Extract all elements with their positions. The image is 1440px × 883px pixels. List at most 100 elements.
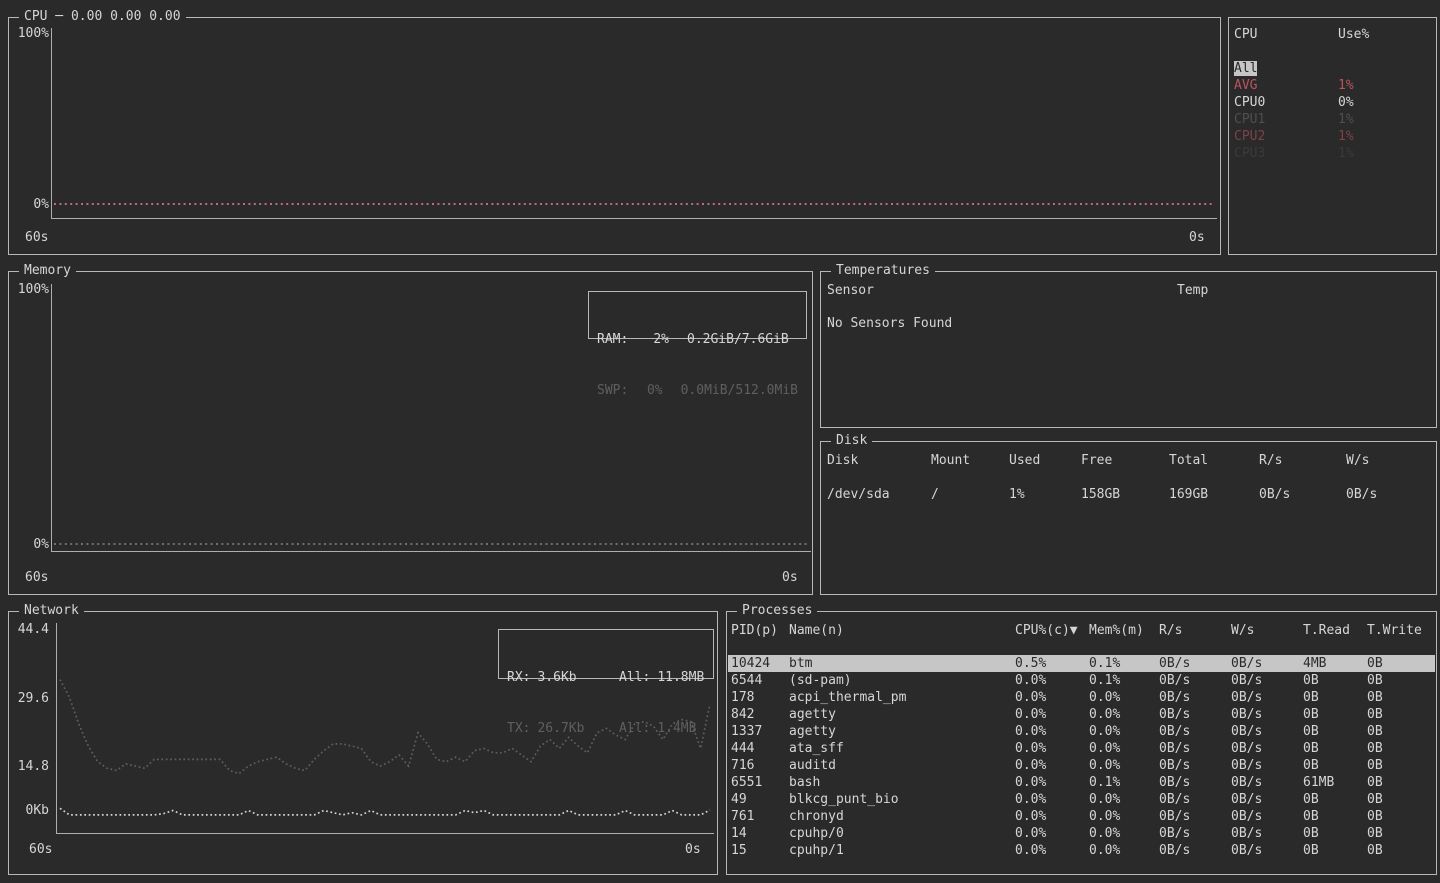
process-cell: 0.0%: [1015, 774, 1089, 791]
process-cell: 0B: [1367, 808, 1435, 825]
memory-panel[interactable]: Memory 100% 0% 60s 0s RAM: 2% 0.2GiB/7.6…: [8, 271, 813, 595]
process-cell: 0B: [1367, 655, 1435, 672]
disk-cell: 1%: [1009, 486, 1081, 503]
disk-panel[interactable]: Disk DiskMountUsedFreeTotalR/sW/s /dev/s…: [820, 441, 1437, 595]
cpu-legend-row[interactable]: AVG1%: [1234, 77, 1432, 94]
network-rx-legend: RX:3.6Kb All:11.8MB: [507, 669, 705, 686]
process-column-header[interactable]: PID(p): [731, 622, 789, 639]
cpu-legend-panel[interactable]: CPU Use% AllAVG1%CPU00%CPU11%CPU21%CPU31…: [1228, 17, 1437, 255]
cpu-legend-row[interactable]: CPU21%: [1234, 128, 1432, 145]
network-x-right-label: 0s: [685, 842, 701, 858]
ram-label: RAM:: [597, 331, 643, 348]
process-cell: 0.0%: [1015, 723, 1089, 740]
disk-column-header: Disk: [827, 452, 931, 469]
process-cell: 0B/s: [1159, 655, 1231, 672]
process-column-header[interactable]: T.Read: [1303, 622, 1367, 639]
process-cell: 6551: [731, 774, 789, 791]
cpu-legend-row-use: [1338, 60, 1432, 77]
process-cell: 0B/s: [1231, 706, 1303, 723]
process-cell: 49: [731, 791, 789, 808]
cpu-x-left-label: 60s: [25, 230, 48, 246]
process-column-header[interactable]: CPU%(c)▼: [1015, 622, 1089, 639]
process-cell: blkcg_punt_bio: [789, 791, 1015, 808]
process-row[interactable]: 10424btm0.5%0.1%0B/s0B/s4MB0B: [728, 655, 1435, 672]
cpu-legend-row-name: CPU3: [1234, 145, 1338, 162]
process-cell: 0B/s: [1159, 740, 1231, 757]
process-row[interactable]: 14cpuhp/00.0%0.0%0B/s0B/s0B0B: [728, 825, 1435, 842]
process-cell: 0B: [1303, 842, 1367, 859]
disk-table-row[interactable]: /dev/sda/1%158GB169GB0B/s0B/s: [827, 486, 1432, 503]
temperatures-header-sensor: Sensor: [827, 282, 1177, 299]
process-cell: 0B/s: [1231, 757, 1303, 774]
process-cell: cpuhp/1: [789, 842, 1015, 859]
process-cell: 0B: [1303, 740, 1367, 757]
process-cell: 0B/s: [1231, 672, 1303, 689]
process-cell: 0B/s: [1159, 689, 1231, 706]
process-cell: 0.0%: [1089, 757, 1159, 774]
process-cell: auditd: [789, 757, 1015, 774]
process-cell: 842: [731, 706, 789, 723]
process-column-header[interactable]: Mem%(m): [1089, 622, 1159, 639]
process-cell: 0B: [1303, 757, 1367, 774]
process-cell: chronyd: [789, 808, 1015, 825]
cpu-legend-row[interactable]: CPU31%: [1234, 145, 1432, 162]
process-cell: 0B: [1367, 791, 1435, 808]
processes-header: PID(p)Name(n)CPU%(c)▼Mem%(m)R/sW/sT.Read…: [731, 622, 1434, 639]
process-column-header[interactable]: Name(n): [789, 622, 1015, 639]
processes-rows: 10424btm0.5%0.1%0B/s0B/s4MB0B6544(sd-pam…: [728, 655, 1435, 859]
process-column-header[interactable]: R/s: [1159, 622, 1231, 639]
cpu-legend-row-name: AVG: [1234, 77, 1338, 94]
process-cell: 0B/s: [1231, 723, 1303, 740]
process-cell: bash: [789, 774, 1015, 791]
cpu-legend-row[interactable]: All: [1234, 60, 1432, 77]
cpu-legend-row-use: 1%: [1338, 145, 1432, 162]
process-cell: 0B: [1367, 740, 1435, 757]
process-row[interactable]: 15cpuhp/10.0%0.0%0B/s0B/s0B0B: [728, 842, 1435, 859]
cpu-legend-row[interactable]: CPU00%: [1234, 94, 1432, 111]
process-cell: 0.0%: [1089, 791, 1159, 808]
process-cell: 761: [731, 808, 789, 825]
process-cell: 0B: [1303, 672, 1367, 689]
process-cell: 0.5%: [1015, 655, 1089, 672]
process-column-header[interactable]: T.Write: [1367, 622, 1434, 639]
disk-column-header: Total: [1169, 452, 1259, 469]
process-row[interactable]: 716auditd0.0%0.0%0B/s0B/s0B0B: [728, 757, 1435, 774]
memory-panel-title: Memory: [19, 263, 76, 279]
memory-y-max-label: 100%: [11, 282, 49, 298]
process-cell: ata_sff: [789, 740, 1015, 757]
process-cell: 0B: [1367, 774, 1435, 791]
processes-panel[interactable]: Processes PID(p)Name(n)CPU%(c)▼Mem%(m)R/…: [726, 611, 1437, 875]
disk-panel-title: Disk: [831, 433, 872, 449]
disk-cell: /dev/sda: [827, 486, 931, 503]
memory-x-right-label: 0s: [782, 570, 798, 586]
process-cell: 0B/s: [1231, 791, 1303, 808]
rx-all-value: 11.8MB: [657, 669, 704, 686]
temperatures-empty-message: No Sensors Found: [827, 316, 952, 332]
process-cell: 0B/s: [1231, 740, 1303, 757]
process-row[interactable]: 6544(sd-pam)0.0%0.1%0B/s0B/s0B0B: [728, 672, 1435, 689]
process-cell: 0B: [1367, 706, 1435, 723]
cpu-graph-panel[interactable]: CPU ─ 0.00 0.00 0.00 100% 0% 60s 0s: [8, 17, 1221, 255]
process-cell: 0.0%: [1089, 825, 1159, 842]
process-row[interactable]: 1337agetty0.0%0.0%0B/s0B/s0B0B: [728, 723, 1435, 740]
temperatures-panel[interactable]: Temperatures Sensor Temp No Sensors Foun…: [820, 271, 1437, 428]
cpu-legend-row-use: 0%: [1338, 94, 1432, 111]
process-cell: agetty: [789, 723, 1015, 740]
network-panel[interactable]: Network 44.4 29.6 14.8 0Kb 60s 0s RX:3.6…: [8, 611, 718, 875]
process-cell: cpuhp/0: [789, 825, 1015, 842]
network-ytick-3: 0Kb: [11, 803, 49, 819]
process-row[interactable]: 761chronyd0.0%0.0%0B/s0B/s0B0B: [728, 808, 1435, 825]
process-cell: 0B/s: [1231, 808, 1303, 825]
process-row[interactable]: 6551bash0.0%0.1%0B/s0B/s61MB0B: [728, 774, 1435, 791]
disk-cell: 169GB: [1169, 486, 1259, 503]
process-row[interactable]: 444ata_sff0.0%0.0%0B/s0B/s0B0B: [728, 740, 1435, 757]
process-row[interactable]: 49blkcg_punt_bio0.0%0.0%0B/s0B/s0B0B: [728, 791, 1435, 808]
cpu-legend-row-use: 1%: [1338, 128, 1432, 145]
cpu-legend-row[interactable]: CPU11%: [1234, 111, 1432, 128]
process-column-header[interactable]: W/s: [1231, 622, 1303, 639]
cpu-graph: [51, 28, 1217, 219]
process-row[interactable]: 178acpi_thermal_pm0.0%0.0%0B/s0B/s0B0B: [728, 689, 1435, 706]
process-row[interactable]: 842agetty0.0%0.0%0B/s0B/s0B0B: [728, 706, 1435, 723]
process-cell: 0B: [1367, 842, 1435, 859]
rx-value: 3.6Kb: [537, 669, 576, 686]
